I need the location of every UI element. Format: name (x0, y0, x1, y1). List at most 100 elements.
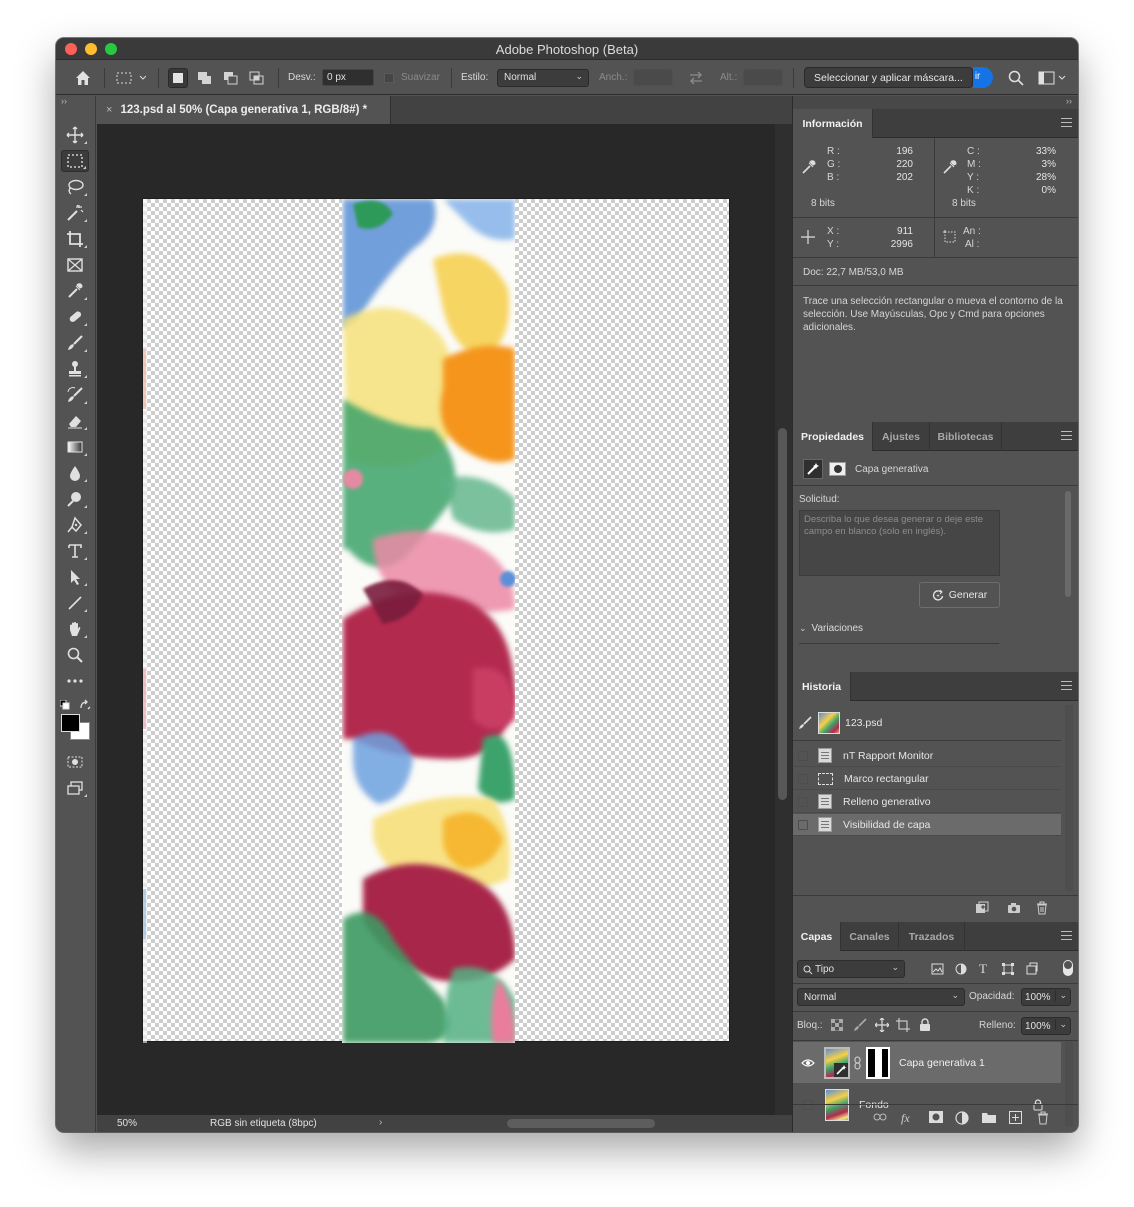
trash-icon[interactable] (1036, 901, 1048, 918)
brush-tool-icon[interactable] (61, 332, 89, 354)
filter-smart-objects-icon[interactable] (1026, 962, 1038, 978)
search-icon[interactable] (1008, 60, 1024, 95)
layer-row-generative[interactable]: Capa generativa 1 (793, 1042, 1061, 1083)
more-tools-icon[interactable] (61, 670, 89, 692)
path-selection-tool-icon[interactable] (61, 566, 89, 588)
foreground-color-swatch[interactable] (61, 714, 80, 732)
width-input[interactable] (633, 69, 673, 86)
select-and-mask-extra[interactable]: ir (972, 67, 993, 88)
link-layers-icon[interactable] (873, 1111, 887, 1125)
history-step-checkbox[interactable] (798, 750, 808, 761)
tab-bibliotecas[interactable]: Bibliotecas (930, 422, 1002, 451)
zoom-level[interactable]: 50% (117, 1118, 137, 1129)
new-adjustment-layer-icon[interactable] (955, 1111, 969, 1128)
document-tab[interactable]: × 123.psd al 50% (Capa generativa 1, RGB… (97, 96, 391, 124)
history-step-checkbox[interactable] (798, 819, 808, 830)
tab-trazados[interactable]: Trazados (899, 922, 965, 951)
zoom-tool-icon[interactable] (61, 644, 89, 666)
lasso-tool-icon[interactable] (61, 176, 89, 198)
tab-informacion[interactable]: Información (793, 109, 873, 138)
new-group-icon[interactable] (982, 1111, 996, 1126)
crop-tool-icon[interactable] (61, 228, 89, 250)
vertical-scrollbar[interactable] (775, 124, 792, 1115)
select-and-mask-button[interactable]: Seleccionar y aplicar máscara... (804, 67, 973, 88)
history-brush-tool-icon[interactable] (61, 384, 89, 406)
tab-historia[interactable]: Historia (793, 672, 851, 701)
properties-panel-menu-icon[interactable] (1061, 431, 1072, 440)
prompt-textarea[interactable]: Describa lo que desea generar o deje est… (799, 510, 1000, 576)
history-step-checkbox[interactable] (798, 773, 808, 784)
lock-transparent-pixels-icon[interactable] (830, 1018, 844, 1034)
line-tool-icon[interactable] (61, 592, 89, 614)
history-snapshot[interactable]: 123.psd (793, 705, 1061, 741)
document-canvas[interactable] (142, 198, 730, 1043)
swap-dimensions-icon[interactable] (688, 60, 704, 95)
tab-canales[interactable]: Canales (841, 922, 899, 951)
workspace-icon[interactable] (1038, 60, 1066, 95)
fill-input[interactable]: 100% ⌄ (1021, 1017, 1071, 1035)
variations-toggle[interactable]: ⌄ Variaciones (799, 623, 863, 634)
screen-mode-icon[interactable] (61, 777, 89, 799)
tab-propiedades[interactable]: Propiedades (793, 422, 873, 451)
layers-panel-menu-icon[interactable] (1061, 931, 1072, 940)
hand-tool-icon[interactable] (61, 618, 89, 640)
layer-name[interactable]: Capa generativa 1 (899, 1057, 985, 1069)
layer-mask-thumbnail[interactable] (866, 1046, 890, 1079)
history-panel-menu-icon[interactable] (1061, 681, 1072, 690)
rectangular-marquee-tool-icon[interactable] (61, 150, 89, 172)
filter-pixel-layers-icon[interactable] (931, 963, 944, 978)
canvas-area[interactable] (97, 124, 775, 1115)
style-select[interactable]: Normal ⌄ (497, 68, 589, 87)
collapse-toolbox-icon[interactable]: ›› (56, 96, 95, 110)
properties-scrollbar[interactable] (1065, 491, 1071, 597)
new-document-from-state-icon[interactable] (975, 901, 989, 918)
status-menu-arrow[interactable]: › (379, 1117, 382, 1128)
filter-type-layers-icon[interactable]: T (979, 961, 987, 977)
pen-tool-icon[interactable] (61, 514, 89, 536)
subtract-from-selection-button[interactable] (221, 60, 241, 95)
history-step[interactable]: nT Rapport Monitor (793, 745, 1061, 767)
history-step[interactable]: Marco rectangular (793, 768, 1061, 790)
add-to-selection-button[interactable] (195, 60, 215, 95)
layer-filter-select[interactable]: Tipo ⌄ (797, 960, 905, 978)
gradient-tool-icon[interactable] (61, 436, 89, 458)
height-input[interactable] (743, 69, 783, 86)
collapse-panels-icon[interactable]: ›› (793, 96, 1078, 109)
eraser-tool-icon[interactable] (61, 410, 89, 432)
generate-button[interactable]: Generar (919, 582, 1000, 608)
type-tool-icon[interactable] (61, 540, 89, 562)
add-mask-icon[interactable] (929, 1111, 943, 1126)
quick-mask-icon[interactable] (61, 751, 89, 773)
lock-image-pixels-icon[interactable] (853, 1018, 867, 1035)
fx-icon[interactable]: fx (901, 1111, 910, 1126)
filter-toggle-switch[interactable] (1063, 960, 1073, 976)
history-step-checkbox[interactable] (798, 796, 808, 807)
link-icon[interactable] (854, 1056, 862, 1070)
eyedropper-tool-icon[interactable] (61, 280, 89, 302)
eye-icon[interactable] (801, 1058, 815, 1068)
horizontal-scroll-thumb[interactable] (507, 1119, 655, 1128)
delete-layer-icon[interactable] (1037, 1111, 1049, 1128)
healing-brush-tool-icon[interactable] (61, 306, 89, 328)
close-document-icon[interactable]: × (106, 104, 112, 116)
swap-colors-icon[interactable] (79, 699, 91, 714)
vertical-scroll-thumb[interactable] (778, 428, 787, 800)
home-icon[interactable] (74, 60, 92, 95)
filter-shape-layers-icon[interactable] (1002, 963, 1014, 978)
info-panel-menu-icon[interactable] (1061, 118, 1072, 127)
opacity-input[interactable]: 100% ⌄ (1021, 988, 1071, 1006)
tab-ajustes[interactable]: Ajustes (873, 422, 930, 451)
blur-tool-icon[interactable] (61, 462, 89, 484)
feather-input[interactable]: 0 px (322, 69, 374, 86)
new-layer-icon[interactable] (1009, 1111, 1022, 1127)
intersect-selection-button[interactable] (247, 60, 267, 95)
lock-all-icon[interactable] (919, 1018, 931, 1035)
lock-artboard-icon[interactable] (896, 1018, 910, 1035)
frame-tool-icon[interactable] (61, 254, 89, 276)
history-step[interactable]: Visibilidad de capa (793, 814, 1061, 836)
magic-wand-tool-icon[interactable] (61, 202, 89, 224)
tool-preset-picker[interactable] (116, 60, 146, 95)
antialias-checkbox[interactable] (384, 72, 394, 83)
tab-capas[interactable]: Capas (793, 922, 841, 951)
clone-stamp-tool-icon[interactable] (61, 358, 89, 380)
